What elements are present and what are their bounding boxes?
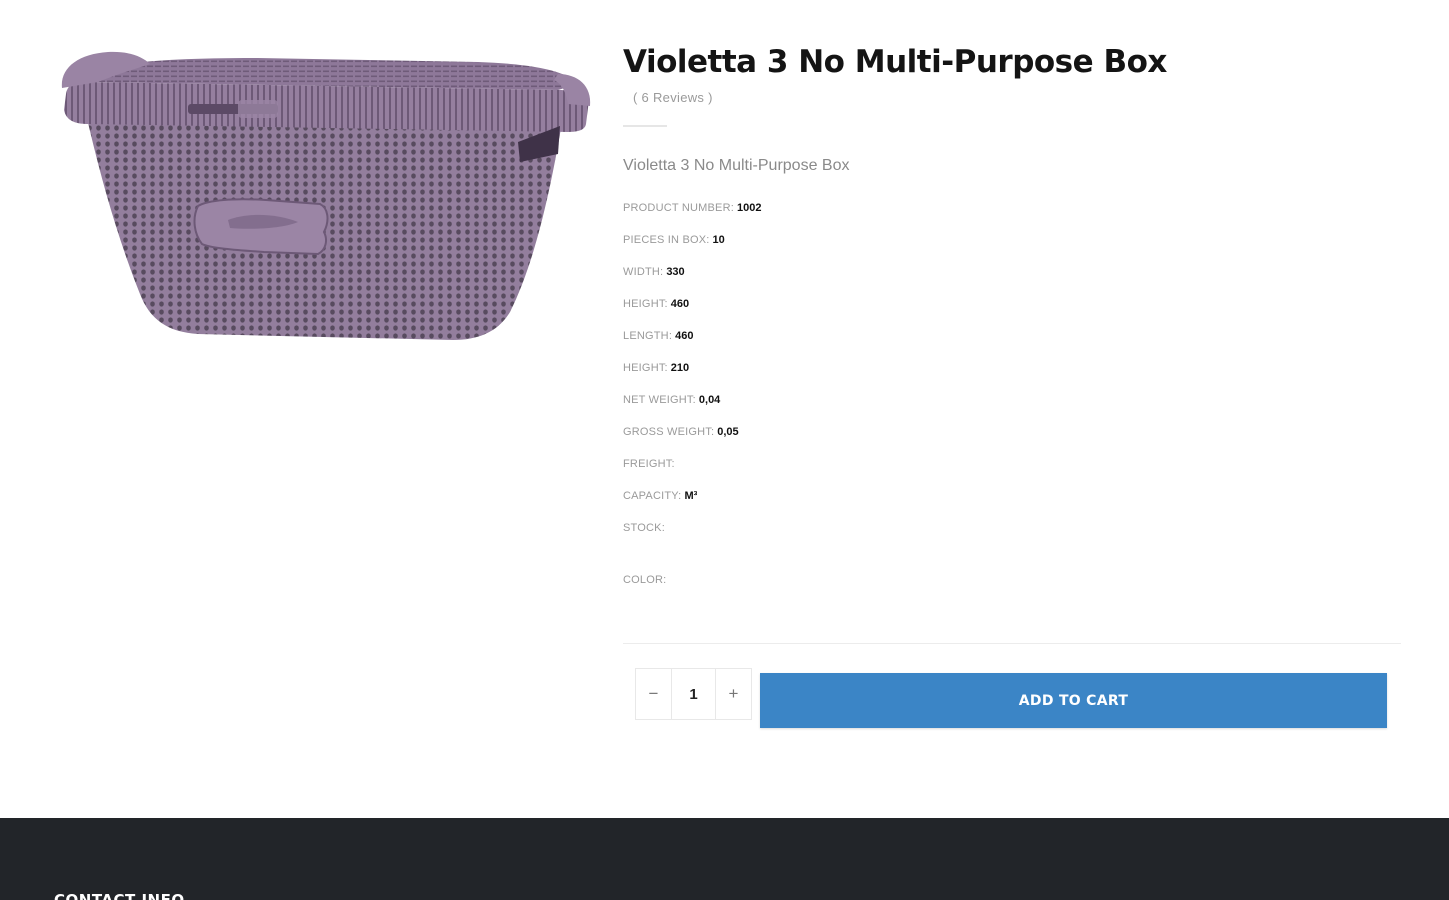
increment-button[interactable]: + [716, 669, 751, 719]
color-label: COLOR: [623, 574, 667, 586]
spec-value: 460 [670, 298, 690, 310]
footer-heading-contact-info: CONTACT INFO [54, 891, 185, 900]
spec-value: 1002 [736, 202, 762, 214]
spec-height: HEIGHT: 460 [623, 296, 1403, 328]
reviews-link[interactable]: ( 6 Reviews ) [633, 90, 1403, 105]
spec-freight: FREIGHT: [623, 456, 1403, 488]
product-short-description: Violetta 3 No Multi-Purpose Box [623, 157, 850, 174]
spec-value: 330 [666, 266, 685, 278]
spec-label: STOCK: [623, 522, 665, 534]
spec-label: WIDTH: [623, 266, 664, 278]
spec-net-weight: NET WEIGHT: 0,04 [623, 392, 1403, 424]
spec-width: WIDTH: 330 [623, 264, 1403, 296]
spec-label: PRODUCT NUMBER: [623, 202, 734, 214]
spec-color: COLOR: [623, 572, 1403, 604]
spec-value: M³ [684, 490, 698, 502]
cart-divider [623, 643, 1401, 644]
spec-value: 10 [712, 234, 725, 246]
spec-label: GROSS WEIGHT: [623, 426, 715, 438]
spec-value: 460 [675, 330, 694, 342]
spec-value: 0,05 [717, 426, 739, 438]
spec-value: 0,04 [698, 394, 721, 406]
title-divider [623, 125, 667, 127]
product-info: Violetta 3 No Multi-Purpose Box ( 6 Revi… [623, 40, 1403, 604]
spec-length: LENGTH: 460 [623, 328, 1403, 360]
site-footer: CONTACT INFO [0, 818, 1449, 900]
spec-value: 210 [670, 362, 690, 374]
spec-label: CAPACITY: [623, 490, 682, 502]
spec-height-2: HEIGHT: 210 [623, 360, 1403, 392]
spec-gross-weight: GROSS WEIGHT: 0,05 [623, 424, 1403, 456]
spec-list: PRODUCT NUMBER: 1002 PIECES IN BOX: 10 WID… [623, 200, 1403, 604]
basket-illustration [61, 51, 591, 340]
product-image[interactable] [58, 44, 594, 350]
spec-label: HEIGHT: [623, 362, 668, 374]
spec-label: PIECES IN BOX: [623, 234, 710, 246]
spec-label: FREIGHT: [623, 458, 675, 470]
spec-capacity: CAPACITY: M³ [623, 488, 1403, 520]
spec-label: LENGTH: [623, 330, 673, 342]
decrement-button[interactable]: − [636, 669, 671, 719]
spec-pieces-in-box: PIECES IN BOX: 10 [623, 232, 1403, 264]
spec-product-number: PRODUCT NUMBER: 1002 [623, 200, 1403, 232]
product-title: Violetta 3 No Multi-Purpose Box [623, 44, 1167, 80]
add-to-cart-button[interactable]: ADD TO CART [760, 673, 1387, 728]
quantity-input[interactable] [671, 669, 716, 719]
spec-label: HEIGHT: [623, 298, 668, 310]
spec-stock: STOCK: [623, 520, 1403, 552]
spec-label: NET WEIGHT: [623, 394, 696, 406]
quantity-stepper: − + [635, 668, 752, 720]
